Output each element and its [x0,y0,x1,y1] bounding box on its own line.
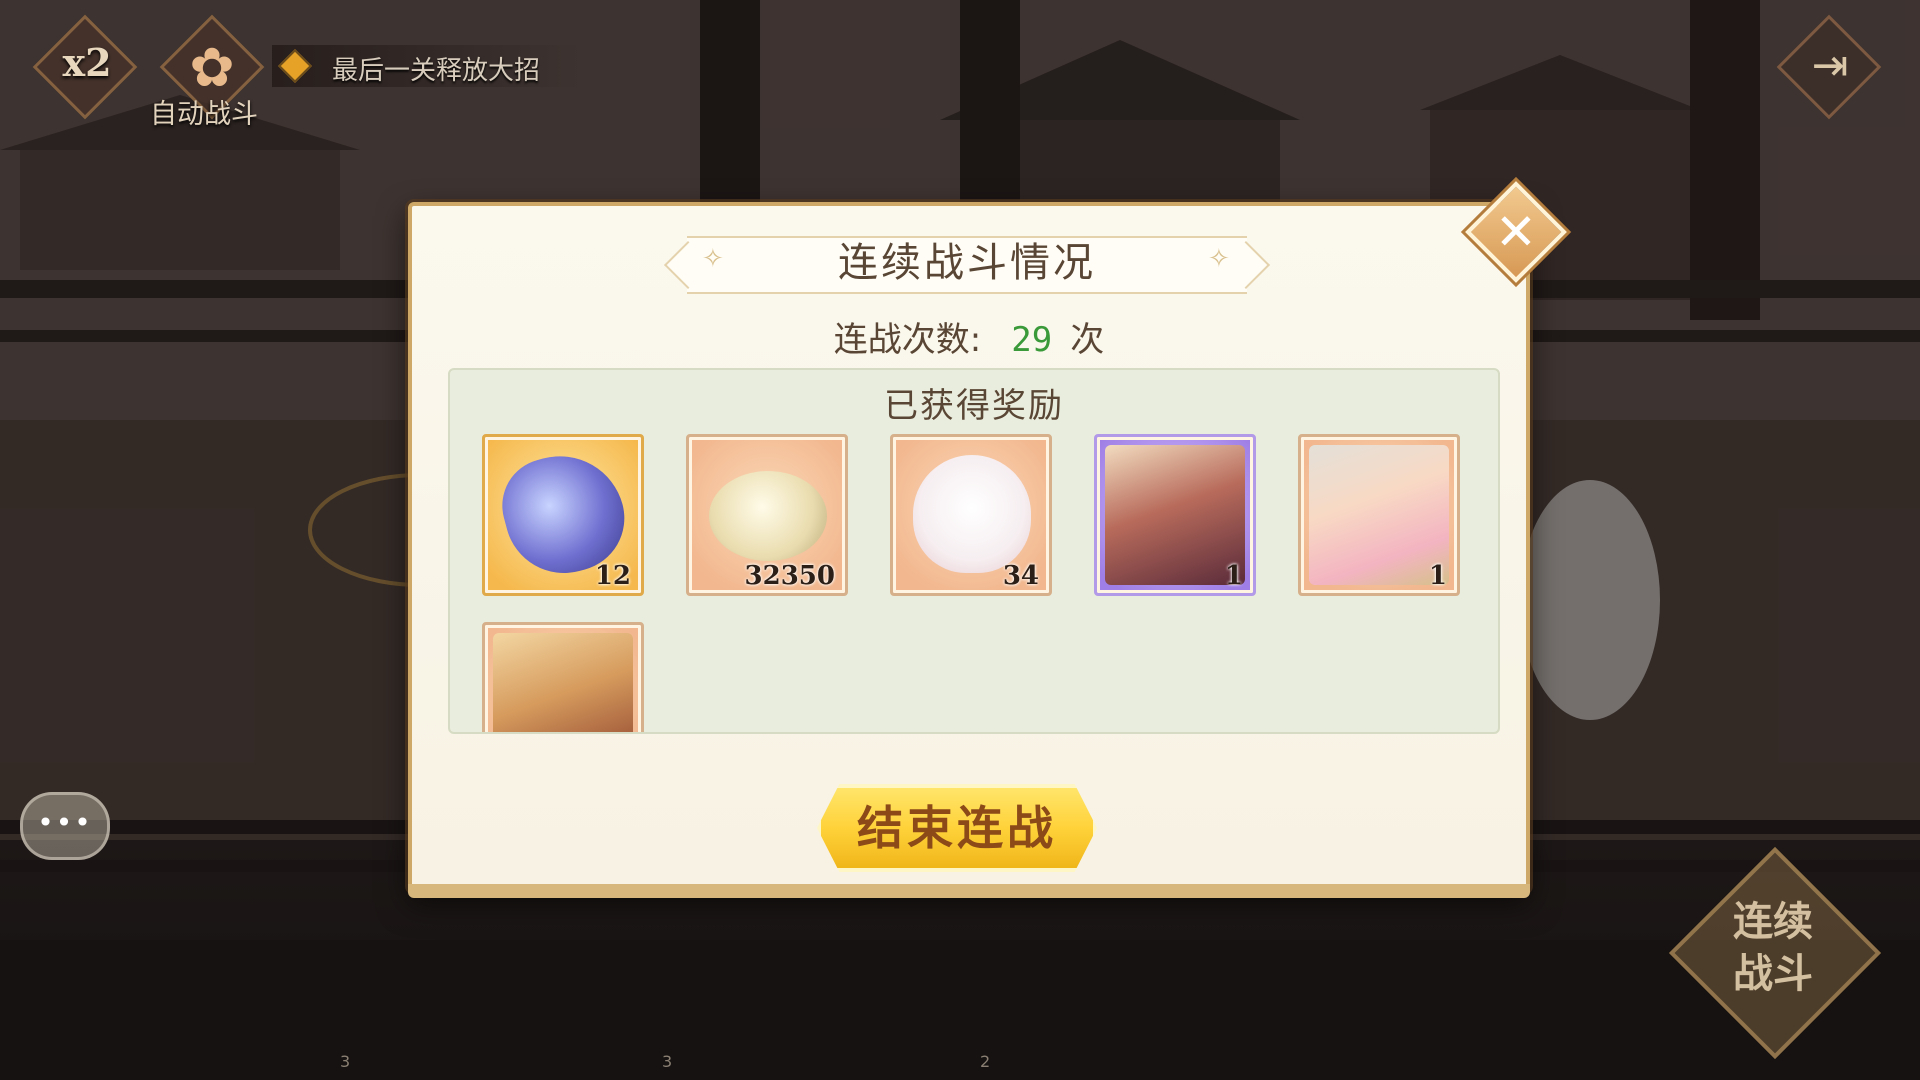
bottom-number: 3 [662,1052,673,1071]
shell-coin-icon [709,471,827,561]
bottom-number: 3 [340,1052,351,1071]
bunny-dumpling-icon [913,455,1031,573]
rewards-title: 已获得奖励 [884,386,1064,426]
hint-text: 最后一关释放大招 [332,56,541,86]
reward-item-character-card-1[interactable]: 1 [1094,434,1256,596]
battle-count-value: 29 [1011,320,1053,360]
auto-battle-label: 自动战斗 [150,99,258,130]
continuous-battle-label-line2: 战斗 [1733,950,1813,997]
modal-bottom-band [408,884,1530,898]
reward-item-crystal[interactable]: 12 [482,434,644,596]
rewards-panel: 已获得奖励 12 32350 34 1 1 [448,368,1500,734]
reward-item-shell-coin[interactable]: 32350 [686,434,848,596]
battle-count-unit: 次 [1070,320,1105,360]
continuous-battle-label-line1: 连续 [1733,898,1813,945]
chat-bubble-icon[interactable]: ••• [20,792,110,860]
reward-item-bunny-dumpling[interactable]: 34 [890,434,1052,596]
bottom-number: 2 [980,1052,991,1071]
end-battle-button-label: 结束连战 [857,801,1057,855]
reward-quantity: 34 [1002,561,1039,591]
reward-quantity: 1 [1224,561,1243,591]
end-battle-button[interactable]: 结束连战 [817,784,1097,872]
battle-count-label: 连战次数: [833,320,982,360]
reward-quantity: 32350 [744,561,835,591]
flower-icon: ✿ [189,36,235,99]
modal-title: 连续战斗情况 [838,240,1096,286]
battle-count: 连战次数: 29 次 [412,312,1526,361]
reward-item-character-card-2[interactable]: 1 [1298,434,1460,596]
battle-summary-modal: ✧ ✧ 连续战斗情况 连战次数: 29 次 已获得奖励 12 32350 34 1 … [408,202,1530,898]
reward-item-character-card-3[interactable] [482,622,644,732]
exit-door-icon: ⇥ [1811,40,1849,91]
character-portrait-icon [493,633,633,732]
continuous-battle-label: 连续 战斗 [1718,896,1828,1000]
reward-quantity: 1 [1428,561,1447,591]
speed-label: x2 [62,40,112,85]
reward-quantity: 12 [594,561,631,591]
close-icon[interactable]: ✕ [1486,202,1546,262]
